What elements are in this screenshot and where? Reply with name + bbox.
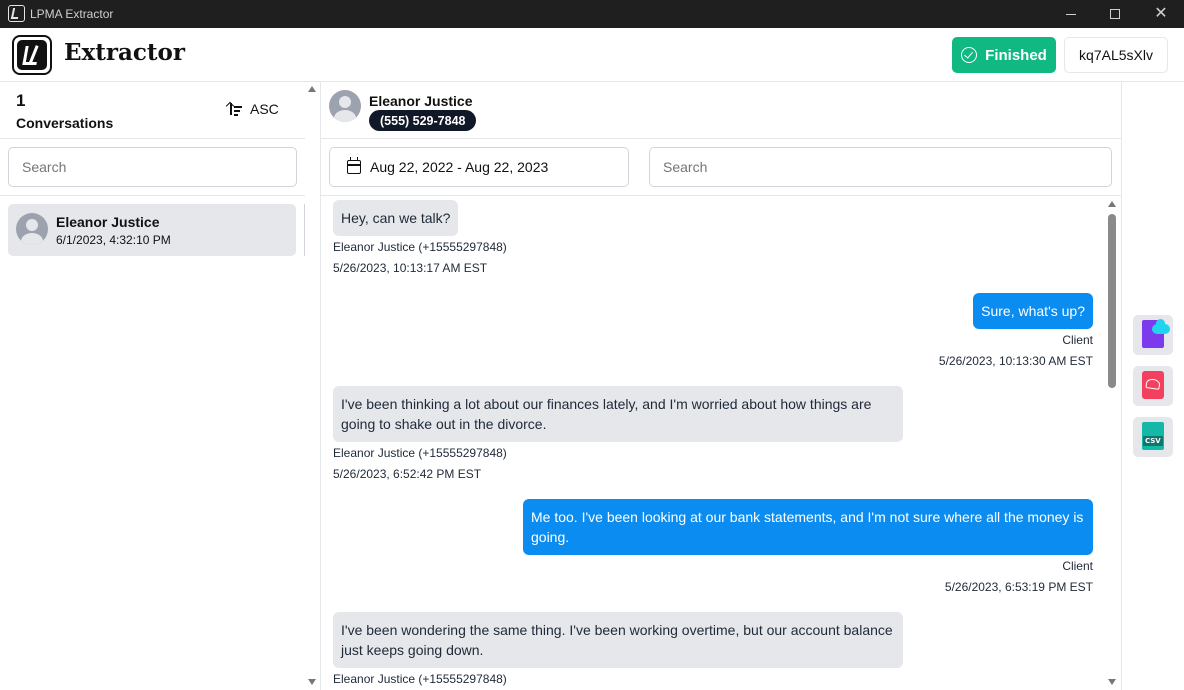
window-title: LPMA Extractor — [30, 7, 114, 21]
date-range-label: Aug 22, 2022 - Aug 22, 2023 — [370, 159, 549, 175]
app-header: Extractor Finished kq7AL5sXlv — [0, 28, 1184, 82]
message-timestamp: 5/26/2023, 6:53:19 PM EST — [944, 580, 1093, 594]
title-bar: LPMA Extractor ✕ — [0, 0, 1184, 28]
phone-badge: (555) 529-7848 — [369, 110, 477, 131]
conversation-date: 6/1/2023, 4:32:10 PM — [56, 233, 171, 247]
message-sender: Client — [1062, 559, 1093, 573]
message-timestamp: 5/26/2023, 10:13:30 AM EST — [938, 354, 1093, 368]
message-scrollbar[interactable] — [1107, 196, 1117, 690]
finished-label: Finished — [985, 46, 1047, 64]
app-icon — [8, 5, 25, 22]
conversation-sidebar: 1 Conversations ASC Eleanor Justice 6/1/… — [0, 82, 321, 690]
cloud-export-button[interactable] — [1133, 315, 1173, 355]
logo-icon — [12, 35, 52, 75]
csv-export-button[interactable]: CSV — [1133, 417, 1173, 457]
conversation-list-item[interactable]: Eleanor Justice 6/1/2023, 4:32:10 PM — [8, 204, 296, 256]
csv-label: CSV — [1143, 436, 1163, 446]
conversation-name: Eleanor Justice — [56, 214, 160, 230]
conversation-view: Eleanor Justice (555) 529-7848 Aug 22, 2… — [321, 82, 1121, 690]
divider — [0, 138, 305, 139]
finished-status-button[interactable]: Finished — [952, 37, 1056, 73]
divider — [304, 204, 305, 256]
sort-ascending-icon — [228, 102, 242, 116]
message-list: Hey, can we talk? Eleanor Justice (+1555… — [321, 196, 1121, 690]
close-button[interactable]: ✕ — [1138, 0, 1184, 28]
message-bubble-outgoing: Sure, what's up? — [973, 293, 1093, 329]
contact-name: Eleanor Justice — [369, 93, 473, 109]
scroll-up-arrow[interactable] — [308, 86, 316, 92]
contact-avatar — [329, 90, 361, 122]
export-rail: CSV — [1121, 82, 1184, 690]
divider — [321, 138, 1121, 139]
minimize-icon — [1066, 13, 1076, 15]
close-icon: ✕ — [1154, 5, 1168, 22]
conversation-search-input[interactable] — [8, 147, 297, 187]
message-sender: Client — [1062, 333, 1093, 347]
calendar-icon — [346, 157, 361, 174]
date-range-picker[interactable]: Aug 22, 2022 - Aug 22, 2023 — [329, 147, 629, 187]
minimize-button[interactable] — [1048, 0, 1094, 28]
scroll-down-arrow[interactable] — [1108, 679, 1116, 685]
pdf-export-button[interactable] — [1133, 366, 1173, 406]
message-bubble-incoming: I've been thinking a lot about our finan… — [333, 386, 903, 442]
message-bubble-incoming: Hey, can we talk? — [333, 200, 459, 236]
message-timestamp: 5/26/2023, 10:13:17 AM EST — [333, 261, 488, 275]
check-circle-icon — [961, 47, 978, 63]
maximize-button[interactable] — [1092, 0, 1138, 28]
maximize-icon — [1110, 9, 1120, 19]
conversation-count: 1 — [16, 91, 26, 110]
message-sender: Eleanor Justice (+15555297848) — [333, 240, 507, 254]
divider — [0, 195, 305, 196]
message-search-input[interactable] — [649, 147, 1112, 187]
sort-label: ASC — [250, 101, 279, 117]
conversation-count-label: Conversations — [16, 115, 114, 131]
session-id-button[interactable]: kq7AL5sXlv — [1064, 37, 1168, 73]
message-bubble-outgoing: Me too. I've been looking at our bank st… — [523, 499, 1093, 555]
scroll-down-arrow[interactable] — [308, 679, 316, 685]
scroll-up-arrow[interactable] — [1108, 201, 1116, 207]
message-sender: Eleanor Justice (+15555297848) — [333, 672, 507, 686]
brand-title: Extractor — [64, 39, 185, 66]
message-bubble-incoming: I've been wondering the same thing. I've… — [333, 612, 903, 668]
scroll-thumb[interactable] — [1108, 214, 1116, 388]
avatar — [16, 213, 48, 245]
message-timestamp: 5/26/2023, 6:52:42 PM EST — [333, 467, 482, 481]
sort-button[interactable]: ASC — [228, 101, 279, 117]
message-sender: Eleanor Justice (+15555297848) — [333, 446, 507, 460]
